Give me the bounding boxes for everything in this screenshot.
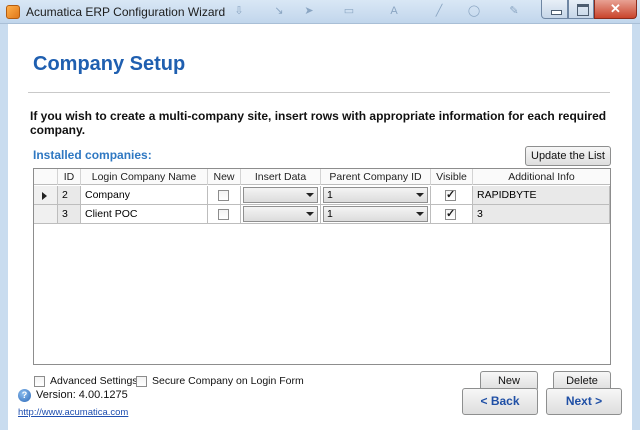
window-title: Acumatica ERP Configuration Wizard <box>26 5 226 19</box>
chevron-down-icon[interactable] <box>413 207 427 221</box>
parent-company-value: 1 <box>327 189 333 201</box>
version-label: Version: 4.00.1275 <box>36 389 128 401</box>
cell-insert-data <box>241 205 321 224</box>
cell-id: 3 <box>58 205 81 224</box>
insert-data-dropdown[interactable] <box>243 187 318 203</box>
title-bar: Acumatica ERP Configuration Wizard ⇩ ↘ ➤… <box>0 0 640 24</box>
parent-company-dropdown[interactable]: 1 <box>323 206 428 222</box>
table-row[interactable]: 3 Client POC 1 3 <box>34 205 610 224</box>
column-header-login-company-name[interactable]: Login Company Name <box>81 169 208 185</box>
secure-company-label[interactable]: Secure Company on Login Form <box>152 375 304 387</box>
rect-icon: ▭ <box>343 5 355 17</box>
help-icon[interactable]: ? <box>18 389 31 402</box>
cell-insert-data <box>241 186 321 205</box>
cell-new <box>208 205 241 224</box>
cell-login-company-name[interactable]: Company <box>81 186 208 205</box>
next-button[interactable]: Next > <box>546 388 622 415</box>
new-checkbox[interactable] <box>218 209 229 220</box>
advanced-settings-checkbox[interactable] <box>34 376 45 387</box>
parent-company-value: 1 <box>327 208 333 220</box>
cell-parent-company-id: 1 <box>321 186 431 205</box>
cell-visible <box>431 186 473 205</box>
line-icon: ╱ <box>435 5 443 17</box>
cell-visible <box>431 205 473 224</box>
page-title: Company Setup <box>33 53 186 75</box>
chevron-down-icon[interactable] <box>303 188 317 202</box>
column-header-new[interactable]: New <box>208 169 241 185</box>
column-header-parent-company-id[interactable]: Parent Company ID <box>321 169 431 185</box>
website-link[interactable]: http://www.acumatica.com <box>18 407 128 418</box>
column-header-visible[interactable]: Visible <box>431 169 473 185</box>
minimize-button[interactable] <box>541 0 568 19</box>
column-header-additional-info[interactable]: Additional Info <box>473 169 610 185</box>
update-list-button[interactable]: Update the List <box>525 146 611 166</box>
parent-company-dropdown[interactable]: 1 <box>323 187 428 203</box>
app-icon <box>6 5 20 19</box>
column-header-id[interactable]: ID <box>58 169 81 185</box>
chevron-down-icon[interactable] <box>413 188 427 202</box>
new-checkbox[interactable] <box>218 190 229 201</box>
pen-icon: ✎ <box>509 5 519 17</box>
column-header-insert-data[interactable]: Insert Data <box>241 169 321 185</box>
text-icon: A <box>390 5 398 17</box>
close-button[interactable]: ✕ <box>594 0 637 19</box>
cell-additional-info: 3 <box>473 205 610 224</box>
cell-id: 2 <box>58 186 81 205</box>
circle-icon: ◯ <box>467 5 481 17</box>
advanced-settings-label[interactable]: Advanced Settings <box>50 375 138 387</box>
wizard-content: Company Setup If you wish to create a mu… <box>8 24 632 430</box>
close-icon: ✕ <box>610 1 621 16</box>
insert-data-dropdown[interactable] <box>243 206 318 222</box>
table-row[interactable]: 2 Company 1 RAPIDBYTE <box>34 186 610 205</box>
row-header-column <box>34 169 58 185</box>
cell-login-company-name[interactable]: Client POC <box>81 205 208 224</box>
maximize-button[interactable] <box>568 0 594 19</box>
page-description: If you wish to create a multi-company si… <box>30 109 607 137</box>
chevron-down-icon[interactable] <box>303 207 317 221</box>
arrow-icon: ↘ <box>274 5 284 17</box>
installed-companies-label: Installed companies: <box>33 148 152 162</box>
cell-parent-company-id: 1 <box>321 205 431 224</box>
row-selector[interactable] <box>34 186 58 205</box>
back-button[interactable]: < Back <box>462 388 538 415</box>
visible-checkbox[interactable] <box>445 188 456 202</box>
companies-grid[interactable]: ID Login Company Name New Insert Data Pa… <box>33 168 611 365</box>
pointer-icon: ➤ <box>304 5 314 17</box>
grid-header: ID Login Company Name New Insert Data Pa… <box>34 169 610 185</box>
row-selector[interactable] <box>34 205 58 224</box>
cell-new <box>208 186 241 205</box>
secure-company-checkbox[interactable] <box>136 376 147 387</box>
current-row-arrow-icon <box>42 192 47 200</box>
cell-additional-info: RAPIDBYTE <box>473 186 610 205</box>
divider <box>28 92 610 93</box>
visible-checkbox[interactable] <box>445 207 456 221</box>
arrow-icon: ⇩ <box>234 5 244 17</box>
